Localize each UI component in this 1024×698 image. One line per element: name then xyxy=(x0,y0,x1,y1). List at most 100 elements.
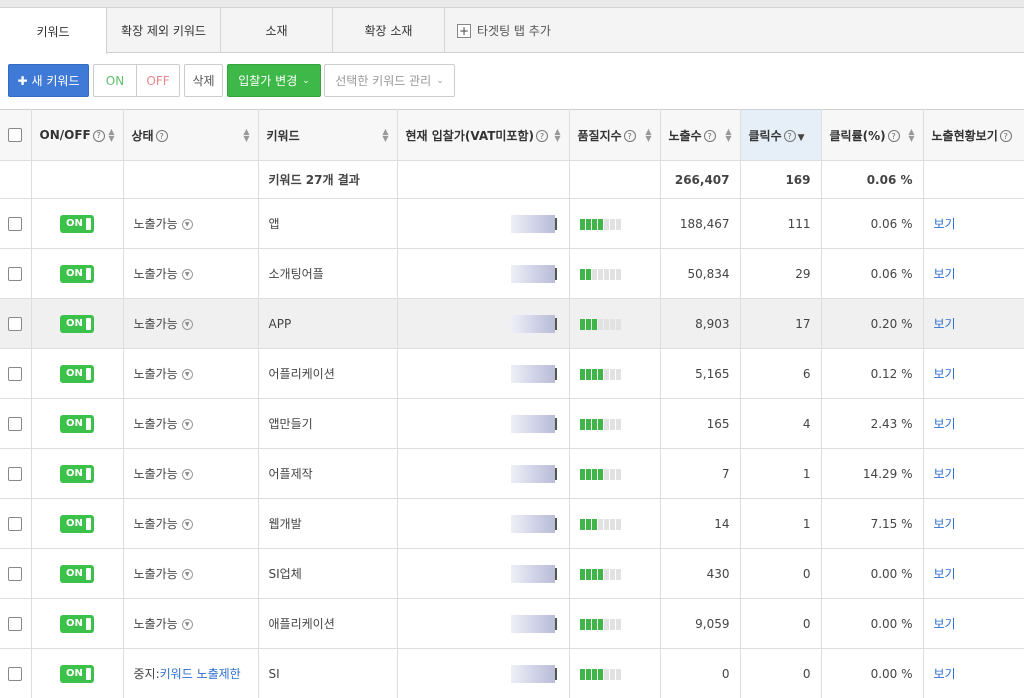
table-row: ON 중지:키워드 노출제한 SI 0 0 0.00 % 보기 xyxy=(0,648,1024,698)
blurred-bid xyxy=(510,314,555,333)
view-link[interactable]: 보기 xyxy=(934,317,956,331)
chevron-down-icon[interactable]: ▼ xyxy=(181,419,193,430)
header-view: 노출현황보기? xyxy=(923,109,1024,161)
header-quality[interactable]: 품질지수? ▲ ▼ xyxy=(569,109,661,161)
summary-impressions: 266,407 xyxy=(660,160,741,199)
view-link[interactable]: 보기 xyxy=(934,567,956,581)
quality-bar-segment xyxy=(615,318,621,330)
off-button[interactable]: OFF xyxy=(136,64,180,97)
chevron-down-icon[interactable]: ▼ xyxy=(181,619,193,630)
onoff-toggle[interactable]: ON xyxy=(60,314,94,333)
onoff-toggle[interactable]: ON xyxy=(60,214,94,233)
header-impressions[interactable]: 노출수? ▲ ▼ xyxy=(660,109,741,161)
view-link[interactable]: 보기 xyxy=(934,217,956,231)
bid-cell[interactable] xyxy=(397,548,570,599)
chevron-down-icon[interactable]: ▼ xyxy=(181,519,193,530)
header-keyword[interactable]: 키워드 ▲ ▼ xyxy=(258,109,398,161)
quality-bar-segment xyxy=(585,318,591,330)
bid-cell[interactable] xyxy=(397,398,570,449)
bid-cell[interactable] xyxy=(397,648,570,698)
add-targeting-tab-button[interactable]: + 타겟팅 탭 추가 xyxy=(445,8,605,53)
header-ctr[interactable]: 클릭률(%)? ▲ ▼ xyxy=(821,109,924,161)
onoff-toggle[interactable]: ON xyxy=(60,614,94,633)
onoff-toggle[interactable]: ON xyxy=(60,664,94,683)
manage-selected-dropdown[interactable]: 선택한 키워드 관리 ⌄ xyxy=(324,64,455,97)
onoff-toggle[interactable]: ON xyxy=(60,264,94,283)
help-icon[interactable]: ? xyxy=(703,130,716,142)
bid-cell[interactable] xyxy=(397,598,570,649)
row-checkbox[interactable] xyxy=(8,466,23,481)
header-bid[interactable]: 현재 입찰가(VAT미포함)? ▲ ▼ xyxy=(397,109,570,161)
help-icon[interactable]: ? xyxy=(887,130,900,142)
row-checkbox[interactable] xyxy=(8,266,23,281)
view-link[interactable]: 보기 xyxy=(934,267,956,281)
view-link[interactable]: 보기 xyxy=(934,367,956,381)
view-link[interactable]: 보기 xyxy=(934,617,956,631)
delete-button[interactable]: 삭제 xyxy=(184,64,223,97)
quality-bar-segment xyxy=(579,618,585,630)
onoff-toggle[interactable]: ON xyxy=(60,564,94,583)
status-cell: 노출가능 ▼ xyxy=(123,448,259,499)
chevron-down-icon[interactable]: ▼ xyxy=(181,219,193,230)
onoff-toggle[interactable]: ON xyxy=(60,414,94,433)
bid-change-button[interactable]: 입찰가 변경 ⌄ xyxy=(227,64,321,97)
new-keyword-button[interactable]: ✚ 새 키워드 xyxy=(8,64,89,97)
clicks-cell: 29 xyxy=(740,248,822,299)
quality-bar-segment xyxy=(603,668,609,680)
tab-excluded-keyword[interactable]: 확장 제외 키워드 xyxy=(107,8,221,53)
help-icon[interactable]: ? xyxy=(92,129,105,142)
quality-bar-segment xyxy=(585,218,591,230)
row-checkbox[interactable] xyxy=(8,666,23,681)
chevron-down-icon[interactable]: ▼ xyxy=(181,319,193,330)
help-icon[interactable]: ? xyxy=(155,130,168,142)
help-icon[interactable]: ? xyxy=(999,130,1012,142)
row-checkbox[interactable] xyxy=(8,316,23,331)
onoff-toggle[interactable]: ON xyxy=(60,514,94,533)
row-checkbox[interactable] xyxy=(8,516,23,531)
tab-keyword[interactable]: 키워드 xyxy=(0,8,107,54)
help-icon[interactable]: ? xyxy=(623,130,636,142)
view-link[interactable]: 보기 xyxy=(934,467,956,481)
row-checkbox[interactable] xyxy=(8,566,23,581)
onoff-toggle[interactable]: ON xyxy=(60,364,94,383)
view-link[interactable]: 보기 xyxy=(934,667,956,681)
bid-cell[interactable] xyxy=(397,448,570,499)
quality-bar-segment xyxy=(615,368,621,380)
tab-extended-creative[interactable]: 확장 소재 xyxy=(333,8,445,53)
view-link[interactable]: 보기 xyxy=(934,417,956,431)
row-checkbox[interactable] xyxy=(8,216,23,231)
row-checkbox[interactable] xyxy=(8,416,23,431)
chevron-down-icon[interactable]: ▼ xyxy=(181,569,193,580)
impressions-cell: 188,467 xyxy=(660,198,741,249)
table-row: ON 노출가능 ▼ 앱 188,467 111 0.06 % 보기 xyxy=(0,198,1024,249)
plus-icon: ✚ xyxy=(17,73,28,88)
help-icon[interactable]: ? xyxy=(783,130,796,142)
quality-bar-segment xyxy=(591,318,597,330)
bid-cell[interactable] xyxy=(397,498,570,549)
on-button[interactable]: ON xyxy=(93,64,137,97)
status-reason-link[interactable]: 키워드 노출제한 xyxy=(160,667,241,681)
bid-cell[interactable] xyxy=(397,348,570,399)
table-row: ON 노출가능 ▼ APP 8,903 17 0.20 % 보기 xyxy=(0,298,1024,349)
quality-bar-segment xyxy=(609,368,615,380)
clicks-cell: 1 xyxy=(740,498,822,549)
bid-cell[interactable] xyxy=(397,198,570,249)
bid-cell[interactable] xyxy=(397,298,570,349)
select-all-checkbox[interactable] xyxy=(8,128,23,143)
onoff-toggle[interactable]: ON xyxy=(60,464,94,483)
keyword-table: ON/OFF? ▲ ▼ 상태? ▲ ▼ 키워드 ▲ ▼ 현재 입찰가(VAT미포함)? ▲ ▼ … xyxy=(0,109,1024,698)
header-onoff[interactable]: ON/OFF? ▲ ▼ xyxy=(31,109,124,161)
header-status[interactable]: 상태? ▲ ▼ xyxy=(123,109,259,161)
chevron-down-icon[interactable]: ▼ xyxy=(181,269,193,280)
chevron-down-icon[interactable]: ▼ xyxy=(181,369,193,380)
view-link[interactable]: 보기 xyxy=(934,517,956,531)
row-checkbox[interactable] xyxy=(8,616,23,631)
bid-cell[interactable] xyxy=(397,248,570,299)
help-icon[interactable]: ? xyxy=(535,130,548,142)
keyword-cell: 웹개발 xyxy=(258,498,398,549)
row-checkbox[interactable] xyxy=(8,366,23,381)
header-clicks[interactable]: 클릭수? ▼ xyxy=(740,109,822,161)
tab-creative[interactable]: 소재 xyxy=(221,8,333,53)
chevron-down-icon[interactable]: ▼ xyxy=(181,469,193,480)
quality-bar-segment xyxy=(603,618,609,630)
